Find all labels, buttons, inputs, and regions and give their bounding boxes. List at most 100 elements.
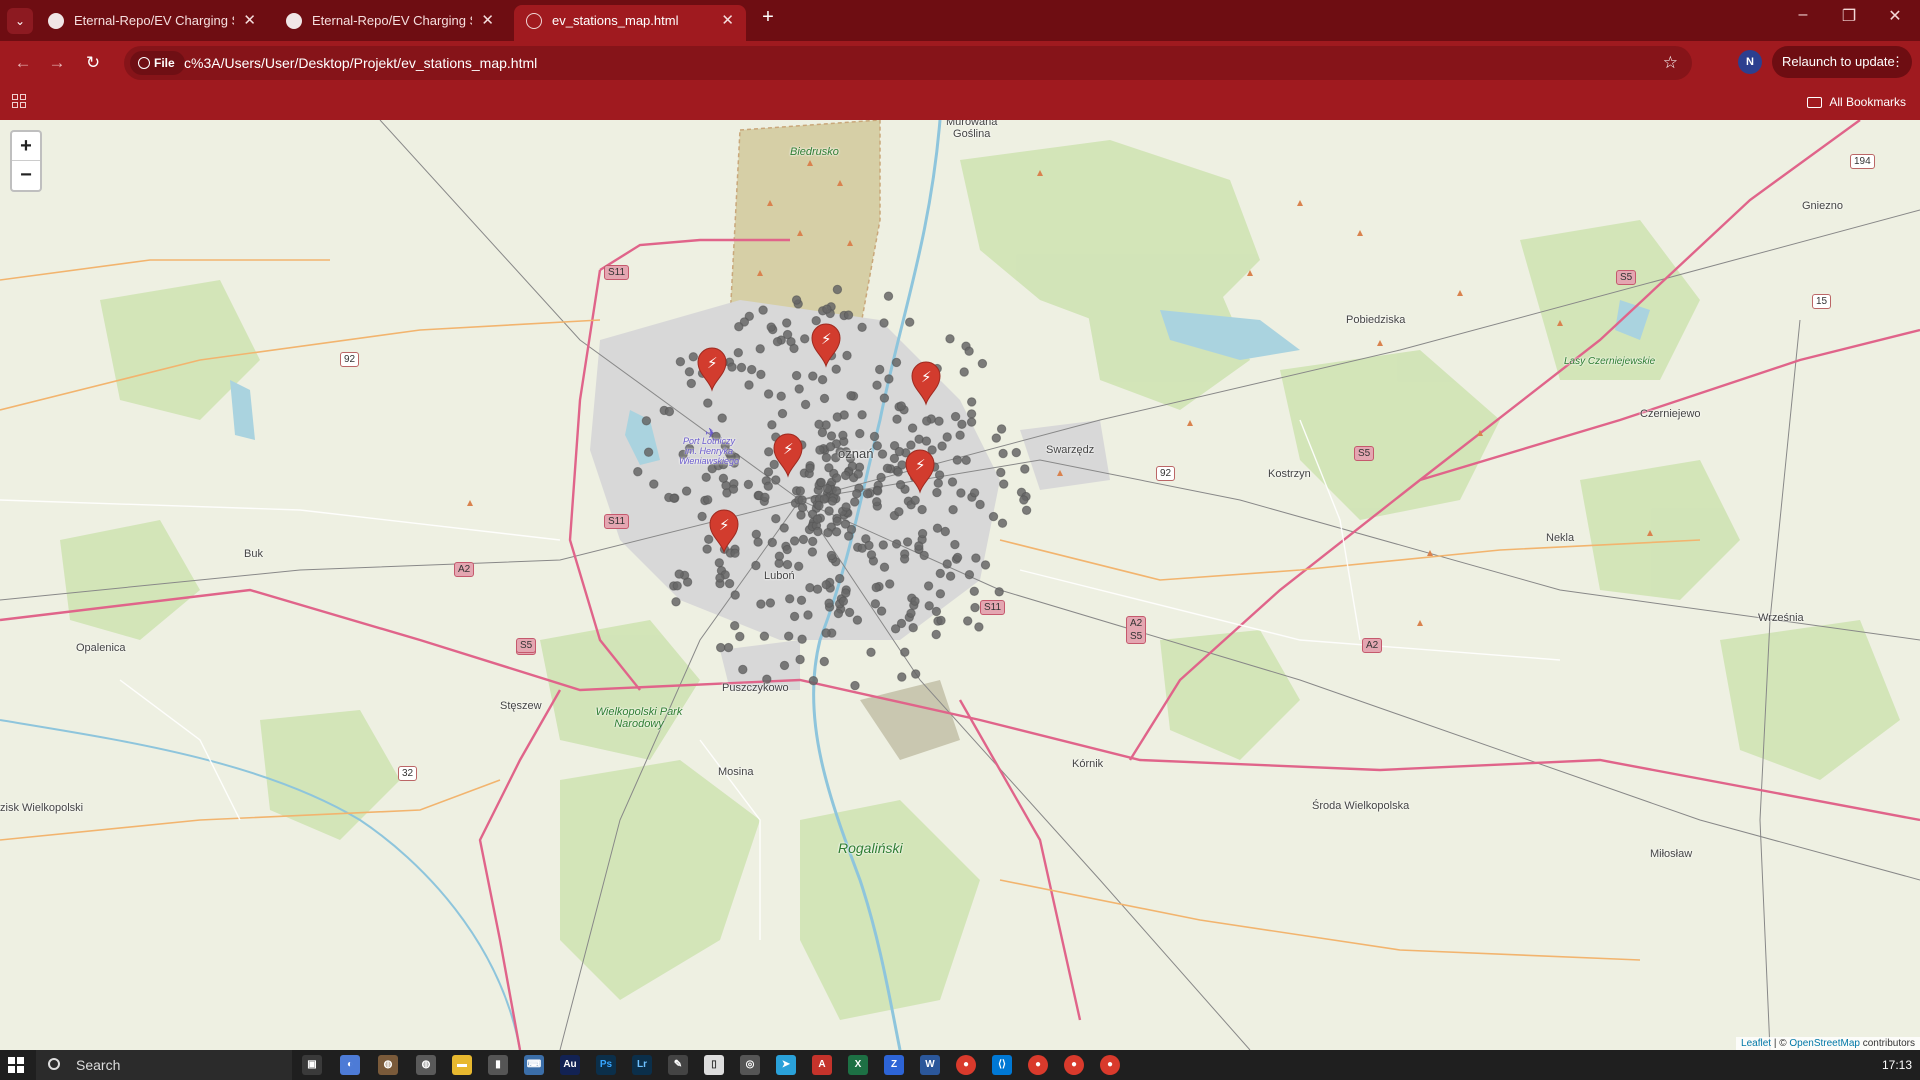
station-dot[interactable]	[935, 568, 945, 579]
station-dot[interactable]	[911, 669, 921, 679]
station-dot[interactable]	[824, 506, 834, 516]
station-dot[interactable]	[819, 656, 829, 667]
station-dot[interactable]	[872, 441, 882, 451]
station-dot[interactable]	[686, 378, 696, 389]
station-dot[interactable]	[945, 334, 955, 344]
station-dot[interactable]	[824, 598, 834, 608]
tab-search-button[interactable]: ⌄	[7, 8, 33, 34]
station-dot[interactable]	[735, 631, 745, 642]
station-dot[interactable]	[819, 393, 830, 404]
station-dot[interactable]	[704, 534, 714, 544]
close-tab-icon[interactable]: ✕	[481, 5, 494, 37]
station-dot[interactable]	[688, 352, 698, 362]
station-dot[interactable]	[714, 558, 724, 568]
file-explorer-icon[interactable]: ▬	[452, 1055, 472, 1075]
station-dot[interactable]	[892, 414, 902, 424]
station-dot[interactable]	[934, 470, 945, 480]
station-dot[interactable]	[832, 284, 843, 295]
station-dot[interactable]	[738, 664, 748, 675]
all-bookmarks-button[interactable]: All Bookmarks	[1807, 84, 1906, 120]
station-dot[interactable]	[971, 553, 981, 563]
station-dot[interactable]	[917, 504, 927, 515]
station-dot[interactable]	[789, 343, 799, 354]
station-dot[interactable]	[675, 357, 686, 367]
station-dot[interactable]	[831, 486, 842, 496]
station-dot[interactable]	[767, 420, 777, 430]
station-dot[interactable]	[884, 374, 894, 384]
station-dot[interactable]	[838, 430, 848, 440]
station-dot[interactable]	[932, 523, 943, 533]
relaunch-button[interactable]: Relaunch to update ⋮	[1772, 46, 1912, 78]
station-dot[interactable]	[905, 317, 915, 327]
station-dot[interactable]	[813, 526, 823, 537]
station-dot[interactable]	[897, 672, 907, 682]
station-dot[interactable]	[715, 573, 725, 583]
station-dot[interactable]	[782, 559, 793, 570]
station-dot[interactable]	[756, 369, 766, 380]
station-dot[interactable]	[671, 597, 681, 607]
station-dot[interactable]	[765, 598, 776, 608]
acrobat-icon[interactable]: A	[812, 1055, 832, 1075]
station-dot[interactable]	[814, 419, 824, 429]
station-dot[interactable]	[730, 590, 740, 600]
station-dot[interactable]	[885, 579, 895, 589]
station-dot[interactable]	[841, 588, 851, 598]
station-dot[interactable]	[857, 410, 867, 420]
station-dot[interactable]	[1011, 447, 1021, 458]
station-dot[interactable]	[879, 318, 889, 328]
station-dot[interactable]	[753, 537, 763, 547]
station-dot[interactable]	[857, 322, 867, 333]
station-dot[interactable]	[797, 634, 807, 644]
station-dot[interactable]	[931, 629, 941, 640]
station-dot[interactable]	[633, 467, 643, 477]
station-dot[interactable]	[997, 518, 1008, 528]
station-dot[interactable]	[906, 440, 916, 450]
station-dot[interactable]	[821, 452, 832, 463]
station-dot[interactable]	[798, 534, 809, 545]
station-dot[interactable]	[891, 539, 902, 549]
station-dot[interactable]	[872, 497, 882, 507]
station-dot[interactable]	[800, 334, 810, 344]
station-dot[interactable]	[763, 389, 774, 399]
station-dot[interactable]	[808, 536, 818, 547]
station-dot[interactable]	[821, 580, 831, 590]
station-dot[interactable]	[900, 647, 910, 657]
station-dot[interactable]	[940, 526, 950, 537]
leaflet-map[interactable]: ✈ ⚡ ⚡ ⚡ ⚡ ⚡ ⚡ Murowana Goślina Biedrusko Gniez…	[0, 120, 1920, 1050]
word-icon[interactable]: W	[920, 1055, 940, 1075]
station-dot[interactable]	[791, 295, 802, 305]
station-dot[interactable]	[924, 601, 934, 611]
chrome-icon[interactable]: ●	[1028, 1055, 1048, 1075]
zoom-in-button[interactable]: +	[12, 132, 40, 161]
station-dot[interactable]	[840, 519, 851, 529]
station-dot[interactable]	[934, 416, 944, 426]
photoshop-icon[interactable]: Ps	[596, 1055, 616, 1075]
station-dot[interactable]	[734, 322, 744, 332]
station-dot[interactable]	[782, 329, 793, 340]
app-icon[interactable]: ◍	[416, 1055, 436, 1075]
station-dot[interactable]	[833, 608, 844, 619]
station-dot[interactable]	[835, 573, 845, 584]
station-dot[interactable]	[791, 370, 802, 381]
station-dot[interactable]	[782, 544, 792, 555]
station-dot[interactable]	[764, 447, 774, 457]
station-dot[interactable]	[796, 595, 807, 605]
station-dot[interactable]	[890, 624, 901, 634]
bookmark-star-icon[interactable]: ☆	[1663, 46, 1678, 80]
station-dot[interactable]	[877, 449, 888, 459]
tab-ev-stations-map[interactable]: ev_stations_map.html ✕	[514, 5, 746, 41]
station-dot[interactable]	[908, 623, 918, 633]
station-dot[interactable]	[703, 398, 713, 408]
station-dot[interactable]	[730, 548, 740, 558]
station-dot[interactable]	[991, 433, 1001, 443]
station-dot[interactable]	[947, 477, 958, 487]
station-dot[interactable]	[894, 507, 904, 517]
station-dot[interactable]	[902, 537, 913, 547]
close-tab-icon[interactable]: ✕	[243, 5, 256, 37]
chrome-icon[interactable]: ●	[1100, 1055, 1120, 1075]
station-dot[interactable]	[794, 384, 804, 394]
station-dot[interactable]	[846, 391, 856, 401]
back-button[interactable]: ←	[10, 50, 36, 76]
station-dot[interactable]	[827, 496, 838, 506]
telegram-icon[interactable]: ➤	[776, 1055, 796, 1075]
